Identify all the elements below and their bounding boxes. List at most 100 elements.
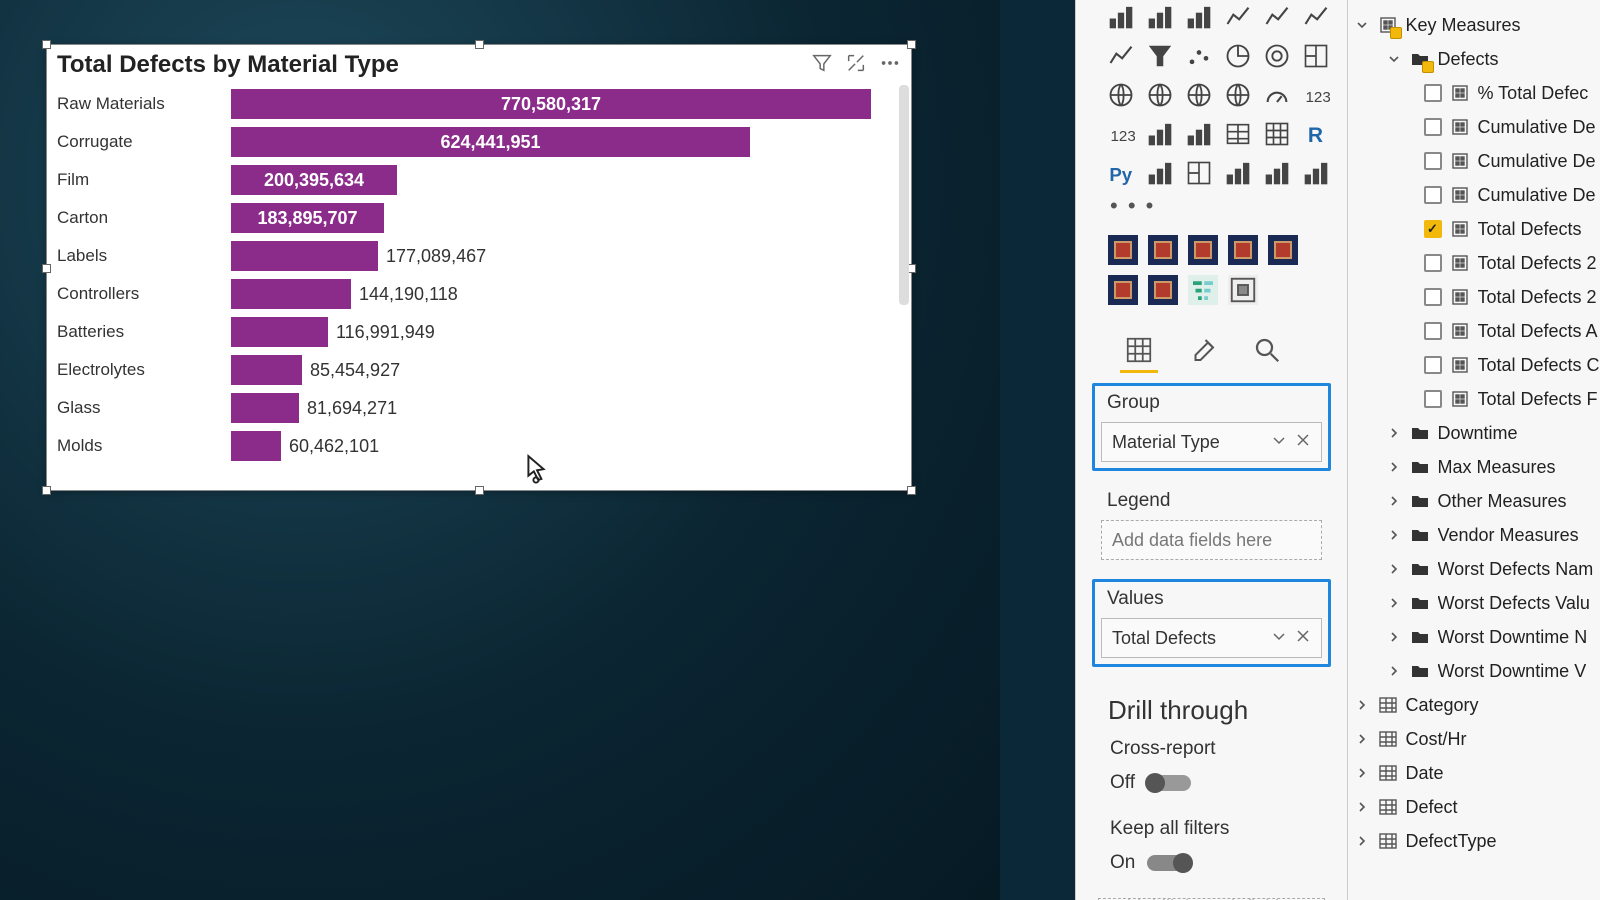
bar-fill[interactable]	[231, 279, 351, 309]
tree-field[interactable]: Total Defects 2	[1348, 246, 1600, 280]
field-checkbox[interactable]	[1424, 220, 1442, 238]
chevron-right-icon[interactable]	[1354, 767, 1370, 779]
more-visuals-icon[interactable]: • • •	[1086, 193, 1337, 219]
pie-icon[interactable]	[1223, 41, 1252, 70]
resize-handle[interactable]	[907, 40, 916, 49]
bar-row[interactable]: Raw Materials770,580,317	[57, 85, 895, 123]
legend-field-well[interactable]: Legend Add data fields here	[1092, 481, 1331, 569]
tree-field[interactable]: Total Defects 2	[1348, 280, 1600, 314]
bar-row[interactable]: Molds60,462,101	[57, 427, 895, 465]
kpi-icon[interactable]	[1145, 119, 1174, 148]
chevron-right-icon[interactable]	[1386, 495, 1402, 507]
key-influencers-icon[interactable]	[1145, 158, 1174, 187]
chevron-right-icon[interactable]	[1386, 665, 1402, 677]
resize-handle[interactable]	[42, 40, 51, 49]
tree-table[interactable]: Defect	[1348, 790, 1600, 824]
tree-table[interactable]: Category	[1348, 688, 1600, 722]
focus-mode-icon[interactable]	[845, 52, 867, 79]
tree-field[interactable]: Total Defects F	[1348, 382, 1600, 416]
fields-tab-icon[interactable]	[1124, 335, 1154, 365]
chevron-down-icon[interactable]	[1271, 628, 1287, 649]
azure-map-icon[interactable]	[1223, 80, 1252, 109]
resize-handle[interactable]	[475, 486, 484, 495]
tree-root-key-measures[interactable]: Key Measures	[1348, 8, 1600, 42]
filled-map-icon[interactable]	[1145, 80, 1174, 109]
field-checkbox[interactable]	[1424, 322, 1442, 340]
table-icon[interactable]	[1223, 119, 1252, 148]
bar-fill[interactable]	[231, 355, 302, 385]
chevron-down-icon[interactable]	[1271, 432, 1287, 453]
multi-row-card-icon[interactable]: 123	[1106, 119, 1135, 148]
chevron-right-icon[interactable]	[1386, 563, 1402, 575]
bar-row[interactable]: Glass81,694,271	[57, 389, 895, 427]
cross-report-toggle[interactable]	[1147, 775, 1191, 791]
area-chart-icon[interactable]	[1262, 2, 1291, 31]
chevron-right-icon[interactable]	[1354, 733, 1370, 745]
chevron-right-icon[interactable]	[1386, 597, 1402, 609]
field-pill-total-defects[interactable]: Total Defects	[1101, 618, 1322, 658]
tree-group-defects[interactable]: Defects	[1348, 42, 1600, 76]
chevron-right-icon[interactable]	[1354, 835, 1370, 847]
chart-scrollbar[interactable]	[899, 85, 909, 305]
tree-group[interactable]: Worst Defects Valu	[1348, 586, 1600, 620]
chevron-right-icon[interactable]	[1386, 631, 1402, 643]
bar-fill[interactable]	[231, 241, 378, 271]
custom-visual-icon[interactable]	[1108, 235, 1138, 265]
tree-group[interactable]: Worst Downtime V	[1348, 654, 1600, 688]
tree-field[interactable]: Total Defects A	[1348, 314, 1600, 348]
paginated-icon[interactable]	[1301, 158, 1330, 187]
field-checkbox[interactable]	[1424, 118, 1442, 136]
group-field-well[interactable]: Group Material Type	[1092, 383, 1331, 471]
custom-visual-icon[interactable]	[1228, 235, 1258, 265]
chevron-down-icon[interactable]	[1354, 19, 1370, 31]
field-checkbox[interactable]	[1424, 254, 1442, 272]
bar-row[interactable]: Corrugate624,441,951	[57, 123, 895, 161]
bar-fill[interactable]: 770,580,317	[231, 89, 871, 119]
funnel-icon[interactable]	[1145, 41, 1174, 70]
waterfall-icon[interactable]	[1106, 41, 1135, 70]
more-options-icon[interactable]	[879, 52, 901, 79]
tree-table[interactable]: DefectType	[1348, 824, 1600, 858]
filter-icon[interactable]	[811, 52, 833, 79]
close-icon[interactable]	[1295, 432, 1311, 453]
chevron-right-icon[interactable]	[1386, 529, 1402, 541]
scatter-icon[interactable]	[1184, 41, 1213, 70]
tree-group[interactable]: Vendor Measures	[1348, 518, 1600, 552]
field-checkbox[interactable]	[1424, 390, 1442, 408]
field-checkbox[interactable]	[1424, 288, 1442, 306]
chevron-right-icon[interactable]	[1386, 461, 1402, 473]
values-field-well[interactable]: Values Total Defects	[1092, 579, 1331, 667]
card-icon[interactable]: 123	[1301, 80, 1330, 109]
chevron-right-icon[interactable]	[1386, 427, 1402, 439]
tree-field[interactable]: Cumulative De	[1348, 178, 1600, 212]
python-visual-icon[interactable]: Py	[1106, 158, 1135, 187]
bar-row[interactable]: Batteries116,991,949	[57, 313, 895, 351]
bar-row[interactable]: Carton183,895,707	[57, 199, 895, 237]
resize-handle[interactable]	[907, 486, 916, 495]
tree-group[interactable]: Worst Downtime N	[1348, 620, 1600, 654]
bar-fill[interactable]	[231, 317, 328, 347]
bar-fill[interactable]	[231, 393, 299, 423]
chevron-down-icon[interactable]	[1386, 53, 1402, 65]
tree-field[interactable]: Cumulative De	[1348, 110, 1600, 144]
bar-fill[interactable]: 624,441,951	[231, 127, 750, 157]
chart-visual[interactable]: Total Defects by Material Type Raw Mater…	[46, 44, 912, 491]
tree-table[interactable]: Date	[1348, 756, 1600, 790]
custom-visual-icon[interactable]	[1228, 275, 1258, 305]
field-checkbox[interactable]	[1424, 356, 1442, 374]
custom-visual-icon[interactable]	[1108, 275, 1138, 305]
custom-visual-icon[interactable]	[1268, 235, 1298, 265]
tree-group[interactable]: Max Measures	[1348, 450, 1600, 484]
resize-handle[interactable]	[475, 40, 484, 49]
tree-group[interactable]: Downtime	[1348, 416, 1600, 450]
field-checkbox[interactable]	[1424, 84, 1442, 102]
tree-field[interactable]: Cumulative De	[1348, 144, 1600, 178]
ribbon-chart-icon[interactable]	[1301, 2, 1330, 31]
treemap-icon[interactable]	[1301, 41, 1330, 70]
shape-map-icon[interactable]	[1184, 80, 1213, 109]
clustered-bar-icon[interactable]	[1184, 2, 1213, 31]
custom-visual-icon[interactable]	[1148, 235, 1178, 265]
tree-field[interactable]: % Total Defec	[1348, 76, 1600, 110]
tree-field[interactable]: Total Defects	[1348, 212, 1600, 246]
donut-icon[interactable]	[1262, 41, 1291, 70]
